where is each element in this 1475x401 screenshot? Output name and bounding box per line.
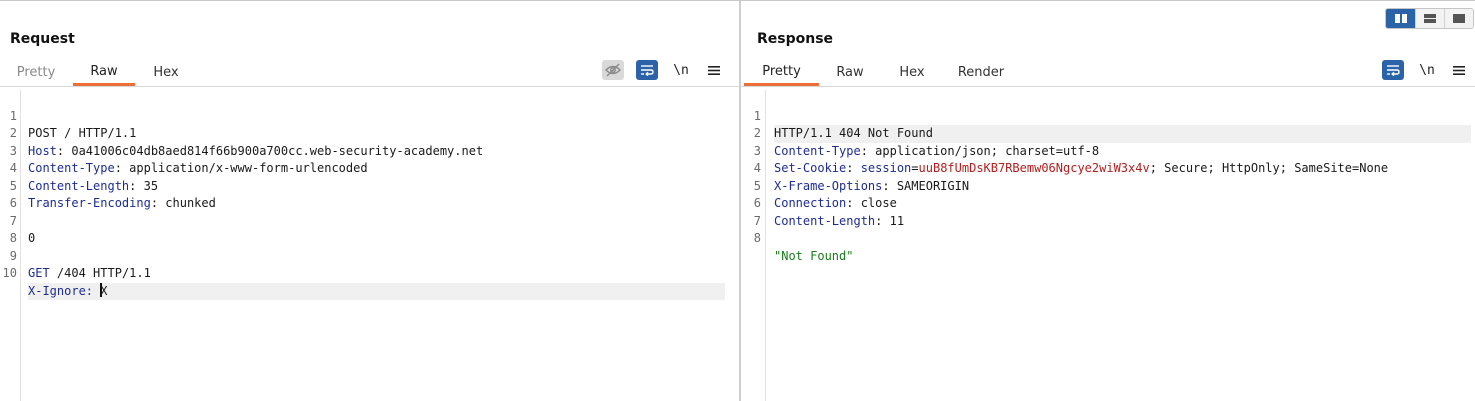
tab-raw[interactable]: Raw bbox=[73, 59, 135, 86]
response-tabs-divider bbox=[741, 86, 1475, 87]
code-line: 7 bbox=[753, 213, 761, 228]
request-editor[interactable]: 1 POST / HTTP/1.1 2 Host: 0a41006c04db8a… bbox=[0, 90, 740, 401]
code-line: 8 "Not Found" bbox=[753, 231, 854, 263]
code-line: 9 GET /404 HTTP/1.1 bbox=[9, 248, 151, 281]
code-line: 3 Content-Type: application/x-www-form-u… bbox=[9, 143, 368, 176]
newline-toggle[interactable]: \n bbox=[1416, 60, 1438, 80]
code-line: 4 Content-Length: 35 bbox=[9, 161, 159, 193]
tab-pretty[interactable]: Pretty bbox=[8, 59, 64, 86]
code-line: 3 Set-Cookie: session=uuB8fUmDsKB7RBemw0… bbox=[753, 143, 1389, 176]
code-line: 5 Connection: close bbox=[753, 178, 897, 211]
tab-hex[interactable]: Hex bbox=[140, 59, 192, 86]
request-tabs-divider bbox=[0, 86, 740, 87]
code-line: 2 Content-Type: application/json; charse… bbox=[753, 126, 1100, 158]
word-wrap-icon[interactable] bbox=[636, 60, 658, 80]
code-line: 6 Content-Length: 11 bbox=[753, 196, 905, 228]
code-line: 6 bbox=[9, 196, 17, 210]
tab-raw[interactable]: Raw bbox=[827, 59, 873, 86]
code-line: 7 0 bbox=[9, 213, 36, 246]
word-wrap-icon[interactable] bbox=[1382, 60, 1404, 80]
response-title: Response bbox=[757, 31, 834, 47]
response-tabs: Pretty Raw Hex Render bbox=[741, 59, 1475, 86]
tab-render[interactable]: Render bbox=[953, 59, 1009, 86]
code-line: 2 Host: 0a41006c04db8aed814f66b900a700cc… bbox=[9, 126, 484, 158]
request-tabs: Pretty Raw Hex bbox=[0, 59, 740, 86]
code-line-current: 10 X-Ignore: X bbox=[0, 248, 740, 300]
tab-pretty[interactable]: Pretty bbox=[744, 59, 819, 86]
request-title: Request bbox=[10, 31, 75, 47]
newline-toggle[interactable]: \n bbox=[670, 60, 692, 80]
code-line: 4 X-Frame-Options: SAMEORIGIN bbox=[753, 161, 970, 193]
hamburger-menu-icon[interactable] bbox=[703, 60, 725, 80]
tab-hex[interactable]: Hex bbox=[889, 59, 935, 86]
code-line: 1 POST / HTTP/1.1 bbox=[9, 108, 137, 141]
eye-off-icon[interactable] bbox=[602, 60, 624, 80]
hamburger-menu-icon[interactable] bbox=[1448, 60, 1470, 80]
request-pane: Request Pretty Raw Hex \n 1 POST / HTTP/… bbox=[0, 1, 740, 401]
response-pane: Response Pretty Raw Hex Render \n 1 HTTP… bbox=[741, 1, 1475, 401]
code-line-current: 1 HTTP/1.1 404 Not Found bbox=[741, 90, 1475, 143]
code-line: 8 bbox=[9, 231, 17, 245]
code-line: 5 Transfer-Encoding: chunked bbox=[9, 178, 216, 211]
response-editor[interactable]: 1 HTTP/1.1 404 Not Found 2 Content-Type:… bbox=[741, 90, 1475, 401]
